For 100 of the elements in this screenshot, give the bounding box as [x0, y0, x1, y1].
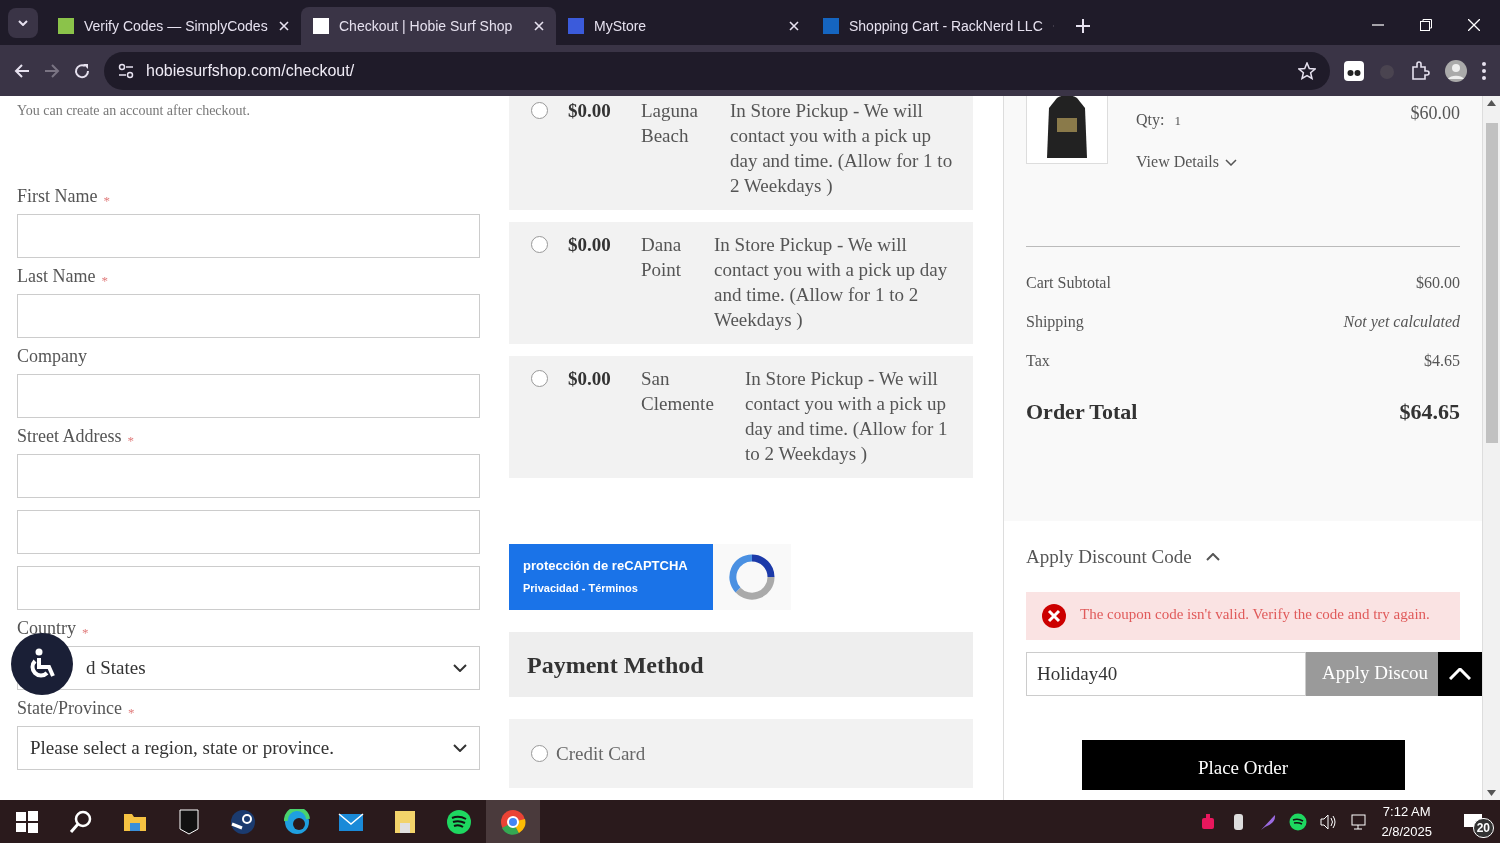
taskbar-app[interactable] [486, 800, 540, 843]
field-label: Country [17, 617, 76, 640]
url-text: hobiesurfshop.com/checkout/ [146, 60, 355, 81]
notification-count: 20 [1472, 818, 1494, 838]
clock-time: 7:12 AM [1381, 802, 1432, 821]
required-mark: * [128, 703, 135, 722]
total-value: $60.00 [1416, 273, 1460, 293]
required-mark: * [101, 271, 108, 290]
spotify-icon [446, 808, 472, 835]
browser-tab[interactable]: Checkout | Hobie Surf Shop [301, 7, 556, 45]
browser-tab[interactable]: Shopping Cart - RackNerd LLC [811, 7, 1066, 45]
restore-icon[interactable] [1420, 19, 1432, 31]
qty-value: 1 [1174, 113, 1181, 128]
extension-glasses-icon[interactable] [1344, 60, 1364, 81]
hoodie-drawing [1047, 96, 1087, 160]
place-order-button[interactable]: Place Order [1081, 739, 1405, 790]
field-label: Street Address [17, 425, 122, 448]
recaptcha-title: protección de reCAPTCHA [523, 557, 689, 575]
chevron-down-icon [453, 744, 467, 752]
search-icon [68, 808, 94, 835]
reload-icon[interactable] [74, 62, 90, 79]
windows-logo-icon [14, 808, 40, 835]
recaptcha-links[interactable]: Privacidad - Términos [523, 579, 699, 596]
select-field[interactable]: Please select a region, state or province. [17, 726, 480, 770]
required-mark: * [82, 623, 89, 642]
view-details-toggle[interactable]: View Details [1136, 150, 1237, 174]
recaptcha-logo-icon [729, 554, 775, 600]
item-price: $60.00 [1410, 102, 1460, 125]
store-name: San Clemente [641, 367, 715, 416]
scroll-down-icon[interactable] [1487, 790, 1496, 796]
scroll-up-icon[interactable] [1487, 100, 1496, 106]
bookmark-star-icon[interactable] [1298, 61, 1316, 80]
shipping-price: $0.00 [568, 99, 612, 123]
chevron-down-icon [18, 20, 28, 26]
error-message: The coupon code isn't valid. Verify the code and try again. [1080, 604, 1431, 624]
notification-button[interactable]: 20 [1446, 800, 1500, 843]
radio-button[interactable] [531, 102, 548, 119]
back-icon[interactable] [14, 62, 30, 79]
chrome-icon [500, 808, 526, 835]
total-value: $64.65 [1399, 398, 1460, 426]
field-label: State/Province [17, 697, 122, 720]
extensions-icon[interactable] [1410, 60, 1430, 81]
shipping-price: $0.00 [568, 367, 612, 391]
forward-icon[interactable] [44, 62, 60, 79]
shipping-description: In Store Pickup - We will contact you with a pick up day and time. (Allow for 1 to 2 Weekdays ) [714, 233, 949, 332]
store-name: Dana Point [641, 233, 683, 282]
radio-button[interactable] [531, 236, 548, 253]
floppy-icon [392, 808, 418, 835]
total-value: $4.65 [1424, 351, 1460, 371]
scrollbar-thumb[interactable] [1485, 123, 1498, 443]
input-field[interactable] [17, 510, 480, 554]
network-icon[interactable] [1349, 812, 1368, 831]
shield-logo-icon [176, 808, 202, 835]
browser-tab[interactable]: MyStore [556, 7, 811, 45]
payment-option-label: Credit Card [556, 742, 646, 766]
tab-list-button[interactable] [8, 8, 38, 38]
field-label: First Name [17, 185, 98, 208]
qty-label: Qty: [1136, 111, 1165, 128]
recaptcha-badge[interactable]: protección de reCAPTCHA Privacidad - Términos [509, 544, 713, 610]
total-label: Shipping [1026, 312, 1084, 333]
field-label: Company [17, 345, 87, 368]
site-settings-icon[interactable] [118, 62, 134, 79]
profile-avatar-icon[interactable] [1444, 58, 1468, 83]
input-field[interactable] [17, 214, 480, 258]
total-label: Tax [1026, 351, 1050, 371]
shipping-price: $0.00 [568, 233, 612, 257]
account-note: You can create an account after checkout. [17, 102, 251, 120]
spotify-icon[interactable] [1289, 812, 1308, 831]
total-label: Order Total [1026, 398, 1138, 426]
total-label: Cart Subtotal [1026, 273, 1111, 293]
shipping-description: In Store Pickup - We will contact you with a pick up day and time. (Allow for 1 to 2 Weekdays ) [730, 99, 953, 198]
required-mark: * [127, 431, 134, 450]
shipping-description: In Store Pickup - We will contact you with a pick up day and time. (Allow for 1 to 2 Weekdays ) [745, 367, 949, 466]
menu-icon[interactable] [1482, 61, 1486, 80]
input-field[interactable] [17, 294, 480, 338]
browser-tab[interactable]: Verify Codes — SimplyCodes [46, 7, 301, 45]
address-bar[interactable]: hobiesurfshop.com/checkout/ [104, 51, 1330, 90]
scroll-to-top-button[interactable] [1438, 651, 1482, 696]
error-icon [1042, 603, 1066, 628]
new-tab-icon[interactable] [1076, 19, 1090, 33]
field-label: Last Name [17, 265, 96, 288]
edge-icon [284, 808, 310, 835]
discount-code-field[interactable]: Holiday40 [1026, 651, 1306, 696]
chevron-up-icon [1449, 667, 1471, 680]
clock-date: 2/8/2025 [1381, 822, 1432, 841]
input-field[interactable] [17, 566, 480, 610]
total-value: Not yet calculated [1343, 312, 1460, 333]
steam-icon [230, 808, 256, 835]
required-mark: * [103, 191, 110, 210]
input-field[interactable] [17, 454, 480, 498]
speaker-icon[interactable] [1319, 812, 1338, 831]
discount-toggle[interactable]: Apply Discount Code [1026, 543, 1220, 572]
radio-button[interactable] [531, 370, 548, 387]
store-name: Laguna Beach [641, 99, 699, 148]
input-field[interactable] [17, 374, 480, 418]
radio-button[interactable] [531, 745, 548, 762]
payment-method-heading: Payment Method [509, 632, 973, 697]
chevron-up-icon [1205, 553, 1220, 562]
chevron-down-icon [453, 664, 467, 672]
chevron-down-icon [1225, 158, 1237, 166]
